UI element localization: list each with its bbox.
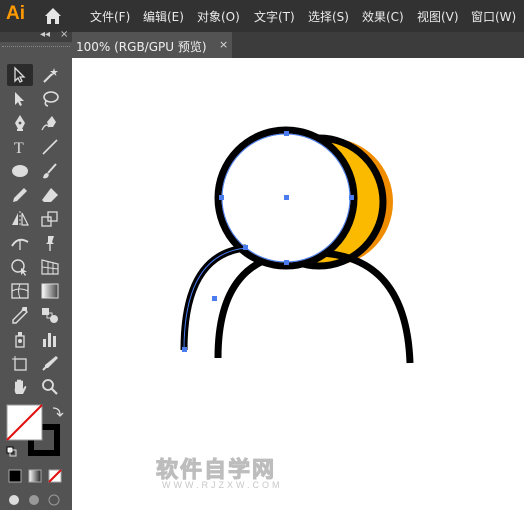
lasso-tool[interactable]	[37, 88, 63, 110]
pushpin-icon	[46, 236, 54, 251]
selection-tool[interactable]	[7, 64, 33, 86]
eyedropper-tool[interactable]	[7, 304, 33, 326]
document-tab-bar: 100% (RGB/GPU 预览) ×	[72, 32, 524, 58]
pen-tool[interactable]	[7, 112, 33, 134]
symbol-sprayer-tool[interactable]	[7, 328, 33, 350]
eraser-tool[interactable]	[37, 184, 63, 206]
pen-icon	[15, 115, 25, 131]
scale-icon	[41, 211, 58, 227]
app-logo: Ai	[6, 3, 25, 24]
arrow-outline-icon	[14, 66, 26, 83]
width-icon	[11, 238, 29, 250]
gradient-mode-icon[interactable]	[28, 469, 42, 483]
blend-tool[interactable]	[37, 304, 63, 326]
watermark: 软件自学网 WWW.RJZXW.COM	[155, 452, 304, 494]
eyedropper-icon	[12, 306, 28, 324]
watermark-url: WWW.RJZXW.COM	[162, 480, 283, 490]
perspective-grid-tool[interactable]	[37, 256, 63, 278]
menu-select[interactable]: 选择(S)	[308, 8, 349, 25]
collapse-panel-icon[interactable]: ◂◂	[40, 29, 50, 40]
artwork	[180, 126, 414, 364]
paintbrush-icon	[43, 163, 57, 179]
close-panel-icon[interactable]: ×	[60, 29, 68, 40]
ellipse-icon	[12, 165, 28, 177]
spray-can-icon	[15, 332, 25, 348]
tools-panel: ◂◂ × T	[0, 29, 72, 510]
menu-window[interactable]: 窗口(W)	[471, 8, 516, 25]
lasso-icon	[43, 91, 59, 107]
blend-icon	[42, 308, 58, 323]
artboard-tool[interactable]	[7, 352, 33, 374]
swap-colors-icon[interactable]	[52, 407, 64, 417]
close-tab-icon[interactable]: ×	[219, 38, 228, 51]
magnifier-icon	[42, 379, 58, 395]
menu-type[interactable]: 文字(T)	[254, 8, 295, 25]
shape-builder-icon	[11, 259, 27, 276]
panel-grip[interactable]	[2, 46, 70, 50]
home-icon[interactable]	[42, 5, 64, 27]
magic-wand-tool[interactable]	[37, 64, 63, 86]
mesh-tool[interactable]	[7, 280, 33, 302]
width-tool[interactable]	[7, 232, 33, 254]
artboard-canvas[interactable]	[72, 58, 524, 510]
paintbrush-tool[interactable]	[37, 160, 63, 182]
menu-edit[interactable]: 编辑(E)	[143, 8, 184, 25]
color-mode-row	[7, 468, 67, 484]
gradient-tool[interactable]	[37, 280, 63, 302]
line-segment-icon	[42, 139, 58, 155]
direct-selection-tool[interactable]	[7, 88, 33, 110]
column-graph-tool[interactable]	[37, 328, 63, 350]
bar-graph-icon	[43, 333, 56, 347]
zoom-tool[interactable]	[37, 376, 63, 398]
draw-behind-icon[interactable]	[29, 495, 39, 505]
eraser-icon	[42, 188, 58, 202]
reflect-tool[interactable]	[7, 208, 33, 230]
menu-effect[interactable]: 效果(C)	[362, 8, 404, 25]
fill-stroke-widget	[4, 402, 66, 464]
shape-builder-tool[interactable]	[7, 256, 33, 278]
slice-tool[interactable]	[37, 352, 63, 374]
svg-text:T: T	[14, 140, 24, 156]
puppet-warp-tool[interactable]	[37, 232, 63, 254]
hand-icon	[14, 379, 27, 394]
perspective-grid-icon	[41, 259, 59, 275]
reflect-icon	[12, 211, 29, 227]
body-arch	[214, 249, 414, 364]
ellipse-tool[interactable]	[7, 160, 33, 182]
artboard-icon	[12, 356, 27, 371]
slice-knife-icon	[42, 356, 58, 371]
draw-normal-icon[interactable]	[9, 495, 19, 505]
menu-bar: Ai 文件(F) 编辑(E) 对象(O) 文字(T) 选择(S) 效果(C) 视…	[0, 0, 524, 32]
document-tab-title: 100% (RGB/GPU 预览)	[76, 40, 207, 54]
type-icon: T	[14, 140, 24, 156]
tools-panel-header: ◂◂ ×	[0, 29, 72, 42]
pencil-icon	[13, 188, 27, 202]
draw-mode-row	[7, 492, 67, 508]
line-tool[interactable]	[37, 136, 63, 158]
scale-tool[interactable]	[37, 208, 63, 230]
document-tab[interactable]: 100% (RGB/GPU 预览) ×	[72, 32, 232, 58]
type-tool[interactable]: T	[7, 136, 33, 158]
magic-wand-icon	[43, 68, 58, 83]
curvature-tool[interactable]	[37, 112, 63, 134]
shaper-tool[interactable]	[7, 184, 33, 206]
menu-object[interactable]: 对象(O)	[197, 8, 240, 25]
arrow-solid-icon	[15, 92, 24, 106]
menu-view[interactable]: 视图(V)	[417, 8, 459, 25]
color-icon[interactable]	[8, 469, 22, 483]
hand-tool[interactable]	[7, 376, 33, 398]
curvature-pen-icon	[41, 116, 56, 131]
mesh-icon	[11, 283, 29, 299]
menu-file[interactable]: 文件(F)	[90, 8, 130, 25]
draw-inside-icon[interactable]	[48, 494, 60, 506]
gradient-icon	[41, 283, 59, 299]
